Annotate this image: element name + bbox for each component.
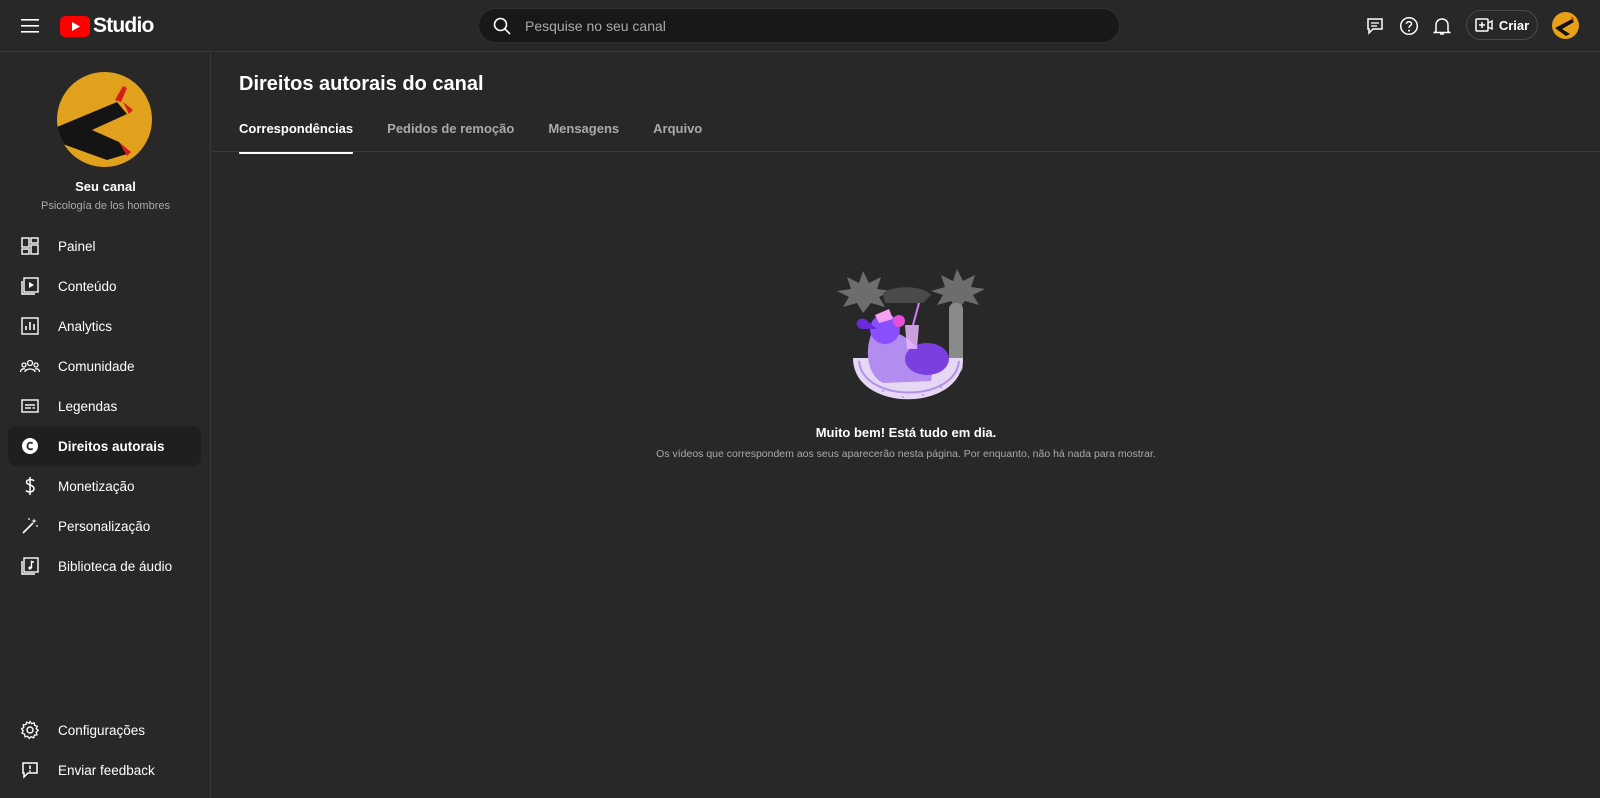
- sidebar-item-label: Conteúdo: [58, 278, 117, 294]
- logo-text: Studio: [93, 14, 154, 37]
- notifications-button[interactable]: [1428, 12, 1456, 40]
- sidebar-item-label: Direitos autorais: [58, 438, 165, 454]
- empty-state-illustration: [823, 263, 991, 413]
- tab-arquivo[interactable]: Arquivo: [653, 116, 702, 154]
- audio-library-icon: [18, 554, 42, 578]
- sidebar-item-painel[interactable]: Painel: [8, 226, 201, 266]
- sidebar-item-comunidade[interactable]: Comunidade: [8, 346, 201, 386]
- empty-state-title: Muito bem! Está tudo em dia.: [815, 425, 997, 440]
- tab-correspondencias[interactable]: Correspondências: [239, 116, 354, 154]
- sidebar-item-label: Personalização: [58, 518, 151, 534]
- dashboard-icon: [18, 234, 42, 258]
- sidebar-item-direitos-autorais[interactable]: Direitos autorais: [8, 426, 201, 466]
- sidebar-item-enviar-feedback[interactable]: Enviar feedback: [8, 750, 201, 790]
- sidebar-item-label: Configurações: [58, 722, 146, 738]
- account-avatar[interactable]: [1552, 12, 1579, 39]
- channel-name: Seu canal: [75, 179, 136, 194]
- youtube-logo-icon: [60, 15, 90, 37]
- main-content: Direitos autorais do canal Correspondênc…: [212, 53, 1600, 798]
- page-title: Direitos autorais do canal: [239, 73, 484, 95]
- sidebar-item-label: Enviar feedback: [58, 762, 155, 778]
- hamburger-menu-button[interactable]: [16, 12, 44, 40]
- feedback-icon: [18, 758, 42, 782]
- sidebar-item-analytics[interactable]: Analytics: [8, 306, 201, 346]
- sidebar-item-personalizacao[interactable]: Personalização: [8, 506, 201, 546]
- gear-icon: [18, 718, 42, 742]
- community-icon: [18, 354, 42, 378]
- sidebar: Seu canal Psicología de los hombres Pain…: [0, 53, 211, 798]
- create-button-label: Criar: [1498, 17, 1530, 33]
- tab-bar: Correspondências Pedidos de remoção Mens…: [239, 116, 702, 154]
- comment-icon: [1367, 18, 1383, 35]
- search-bar: [478, 8, 1120, 43]
- magic-wand-icon: [18, 514, 42, 538]
- channel-subtitle: Psicología de los hombres: [40, 200, 170, 212]
- help-button[interactable]: [1395, 12, 1423, 40]
- empty-state-description: Os vídeos que correspondem aos seus apar…: [656, 448, 1156, 460]
- dollar-icon: [18, 474, 42, 498]
- sidebar-item-conteudo[interactable]: Conteúdo: [8, 266, 201, 306]
- sidebar-item-configuracoes[interactable]: Configurações: [8, 710, 201, 750]
- relaxing-hammock-illustration-icon: [837, 269, 985, 400]
- sidebar-item-label: Legendas: [58, 398, 118, 414]
- tab-divider: [212, 151, 1600, 152]
- sidebar-item-label: Analytics: [58, 318, 113, 334]
- channel-avatar-image-icon: [57, 86, 133, 160]
- create-button[interactable]: Criar: [1466, 10, 1538, 40]
- search-icon[interactable]: [493, 16, 513, 36]
- hamburger-icon: [21, 19, 39, 33]
- studio-logo[interactable]: Studio: [60, 12, 154, 40]
- top-bar: Studio Criar: [0, 0, 1600, 52]
- tab-mensagens[interactable]: Mensagens: [548, 116, 619, 154]
- bell-icon: [1433, 18, 1451, 35]
- content-icon: [18, 274, 42, 298]
- video-add-icon: [1475, 18, 1493, 32]
- sidebar-item-label: Comunidade: [58, 358, 135, 374]
- sidebar-item-label: Monetização: [58, 478, 135, 494]
- search-input[interactable]: [525, 17, 1119, 34]
- sidebar-item-label: Painel: [58, 238, 96, 254]
- messages-button[interactable]: [1361, 12, 1389, 40]
- sidebar-item-legendas[interactable]: Legendas: [8, 386, 201, 426]
- avatar-image-icon: [1555, 17, 1574, 36]
- sidebar-item-monetizacao[interactable]: Monetização: [8, 466, 201, 506]
- sidebar-item-label: Biblioteca de áudio: [58, 558, 173, 574]
- copyright-icon: [18, 434, 42, 458]
- subtitles-icon: [18, 394, 42, 418]
- analytics-icon: [18, 314, 42, 338]
- tab-pedidos-de-remocao[interactable]: Pedidos de remoção: [387, 116, 514, 154]
- sidebar-item-biblioteca-de-audio[interactable]: Biblioteca de áudio: [8, 546, 201, 586]
- channel-avatar[interactable]: [57, 72, 152, 167]
- help-icon: [1399, 16, 1419, 36]
